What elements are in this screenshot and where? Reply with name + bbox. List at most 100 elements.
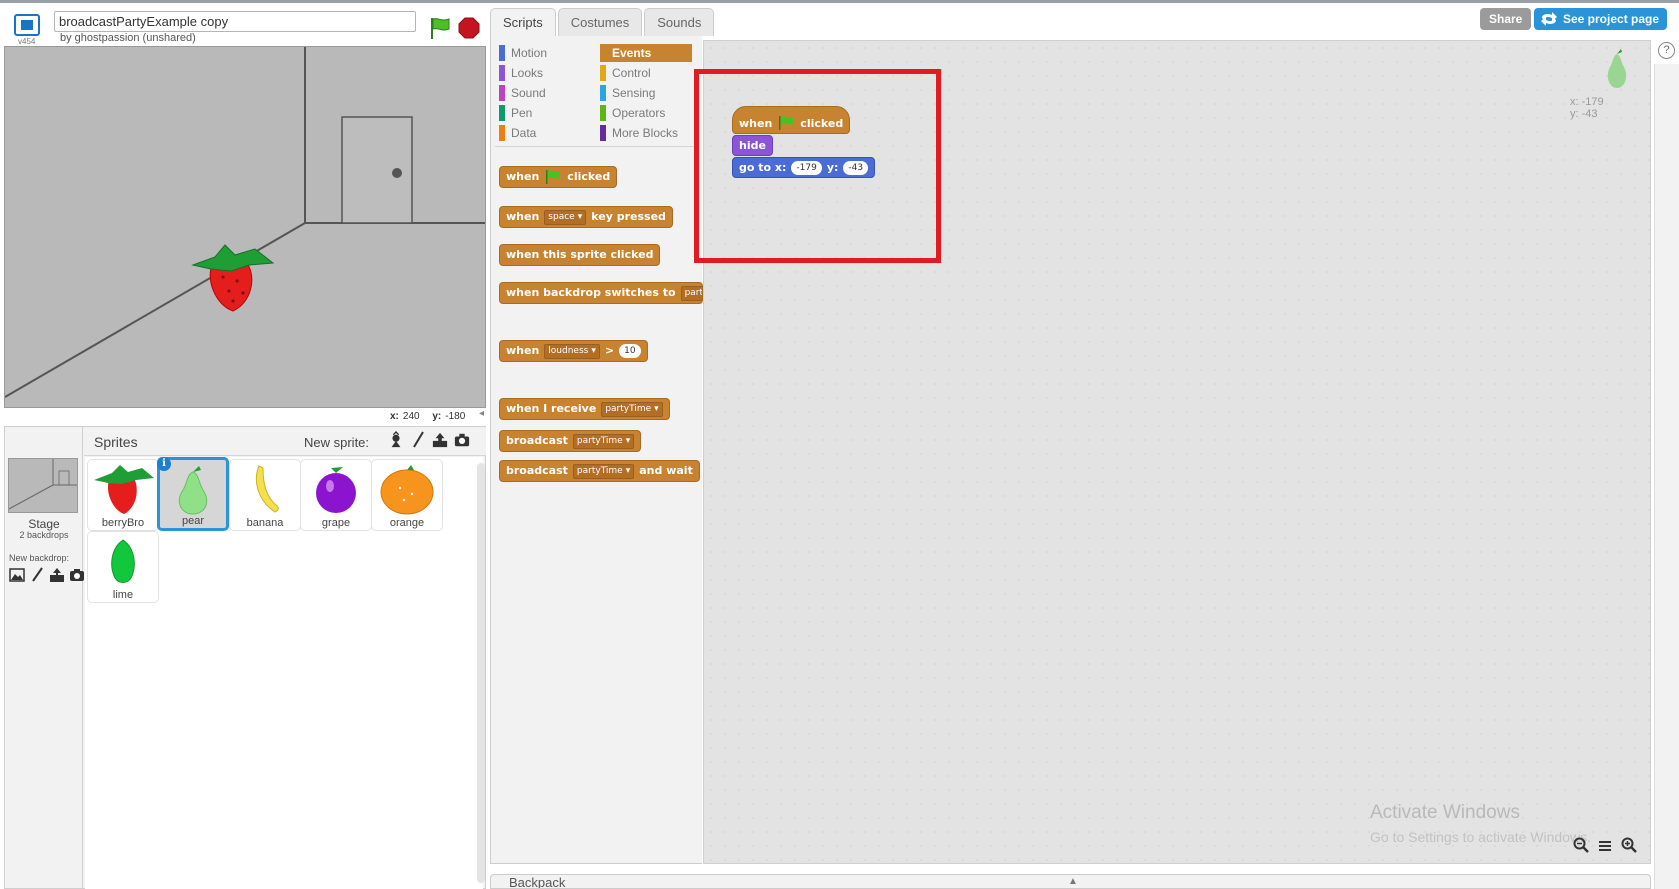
paint-sprite-icon[interactable] (410, 431, 426, 448)
stage-label: Stage (28, 517, 60, 531)
sprite-tile-grape[interactable]: grape (300, 459, 372, 531)
category-looks[interactable]: Looks (499, 64, 591, 82)
stage-canvas[interactable] (4, 46, 486, 408)
block-text: when (739, 116, 773, 130)
version-label: v454 (18, 37, 36, 46)
watermark-title: Activate Windows (1370, 802, 1520, 823)
sprite-tile-lime[interactable]: lime (87, 531, 159, 603)
zoom-in-icon[interactable] (1620, 836, 1638, 854)
block-text: go to x: (739, 161, 787, 174)
new-sprite-tools (388, 431, 470, 448)
new-sprite-label: New sprite: (304, 435, 370, 450)
block-text: when backdrop switches to (506, 286, 676, 299)
help-icon[interactable]: ? (1658, 42, 1675, 59)
new-backdrop-label: New backdrop: (9, 553, 70, 563)
y-label: y: (432, 411, 442, 422)
sprite-tile-berrybro[interactable]: berryBro (87, 459, 159, 531)
strawberry-icon (94, 465, 154, 514)
script-goto-block[interactable]: go to x: -179 y: -43 (732, 157, 876, 178)
button-label: See project page (1563, 12, 1660, 26)
category-sound[interactable]: Sound (499, 84, 591, 102)
loudness-value[interactable]: 10 (619, 344, 641, 358)
collapse-left-icon[interactable]: ◂ (479, 408, 489, 422)
message-dropdown[interactable]: partyTime (572, 463, 635, 479)
block-text: broadcast (506, 464, 568, 477)
stage-header: v454 by ghostpassion (unshared) (4, 8, 486, 46)
block-text: when (506, 210, 540, 223)
stop-icon[interactable] (458, 17, 480, 39)
key-dropdown[interactable]: space (544, 209, 587, 225)
category-pen[interactable]: Pen (499, 104, 591, 122)
sensor-dropdown[interactable]: loudness (544, 343, 600, 359)
stage-coordinates: x: 240 y: -180 (390, 411, 475, 422)
current-sprite-pear-icon (1607, 49, 1627, 88)
sprite-library-icon[interactable] (388, 431, 404, 448)
palette-divider (495, 146, 695, 147)
block-when-flag-clicked[interactable]: when clicked (499, 166, 618, 188)
tab-costumes[interactable]: Costumes (557, 8, 643, 36)
block-when-i-receive[interactable]: when I receive partyTime (499, 398, 670, 420)
fullscreen-icon[interactable] (14, 14, 40, 36)
block-broadcast[interactable]: broadcast partyTime (499, 430, 642, 452)
block-broadcast-and-wait[interactable]: broadcast partyTime and wait (499, 460, 700, 482)
script-when-flag-clicked[interactable]: when clicked (732, 106, 851, 134)
right-tips-rail (1654, 64, 1679, 889)
project-title-input[interactable] (54, 11, 416, 32)
block-text: when (506, 344, 540, 357)
block-when-sprite-clicked[interactable]: when this sprite clicked (499, 244, 661, 266)
script-hide-block[interactable]: hide (732, 135, 773, 156)
category-data[interactable]: Data (499, 124, 591, 142)
upload-sprite-icon[interactable] (432, 432, 448, 448)
category-more-blocks[interactable]: More Blocks (600, 124, 692, 142)
sprite-tile-pear[interactable]: i pear (157, 457, 229, 531)
sprite-y: y: -43 (1570, 108, 1598, 120)
sprite-name: orange (389, 517, 425, 529)
block-when-loudness[interactable]: when loudness > 10 (499, 340, 648, 362)
upload-icon[interactable] (49, 567, 65, 583)
block-text: when (506, 170, 540, 183)
category-sensing[interactable]: Sensing (600, 84, 692, 102)
top-border (0, 0, 1679, 3)
sprite-name: grape (321, 517, 351, 529)
message-dropdown[interactable]: partyTime (572, 433, 635, 449)
paint-brush-icon[interactable] (29, 567, 45, 583)
sprites-title: Sprites (94, 434, 138, 450)
goto-y-input[interactable]: -43 (843, 160, 869, 175)
block-text: clicked (567, 170, 611, 183)
block-when-key-pressed[interactable]: when space key pressed (499, 206, 673, 228)
category-events[interactable]: Events (600, 44, 692, 62)
camera-sprite-icon[interactable] (454, 432, 470, 448)
green-flag-icon[interactable] (428, 16, 452, 40)
camera-icon[interactable] (69, 567, 85, 583)
sprites-scrollbar[interactable] (477, 463, 485, 883)
strawberry-sprite[interactable] (185, 243, 279, 313)
category-operators[interactable]: Operators (600, 104, 692, 122)
sprite-x: x: -179 (1570, 96, 1604, 108)
block-text: when I receive (506, 402, 597, 415)
backpack-arrow-icon[interactable]: ▲ (1068, 876, 1078, 887)
y-value: -180 (445, 411, 466, 422)
backdrop-library-icon[interactable] (9, 567, 25, 583)
sprite-tile-banana[interactable]: banana (229, 459, 301, 531)
zoom-out-icon[interactable] (1572, 836, 1590, 854)
block-text: and wait (639, 464, 693, 477)
grape-icon (316, 467, 356, 513)
block-when-backdrop-switches[interactable]: when backdrop switches to party (499, 282, 703, 304)
swap-arrows-icon (1541, 12, 1557, 26)
category-control[interactable]: Control (600, 64, 692, 82)
zoom-reset-icon[interactable] (1596, 836, 1614, 854)
see-project-page-button[interactable]: See project page (1534, 8, 1668, 30)
stage-thumbnail[interactable] (8, 458, 78, 513)
tab-sounds[interactable]: Sounds (644, 8, 715, 36)
block-text: hide (739, 139, 766, 152)
message-dropdown[interactable]: partyTime (601, 401, 663, 417)
backdrop-dropdown[interactable]: party (680, 285, 702, 301)
goto-x-input[interactable]: -179 (791, 160, 822, 175)
sprite-name: berryBro (101, 517, 145, 529)
sprite-grid: berryBro i pear banana grape orange lime (85, 457, 483, 889)
share-button[interactable]: Share (1480, 8, 1532, 30)
x-label: x: (390, 411, 399, 422)
tab-scripts[interactable]: Scripts (490, 8, 556, 36)
sprite-tile-orange[interactable]: orange (371, 459, 443, 531)
category-motion[interactable]: Motion (499, 44, 591, 62)
